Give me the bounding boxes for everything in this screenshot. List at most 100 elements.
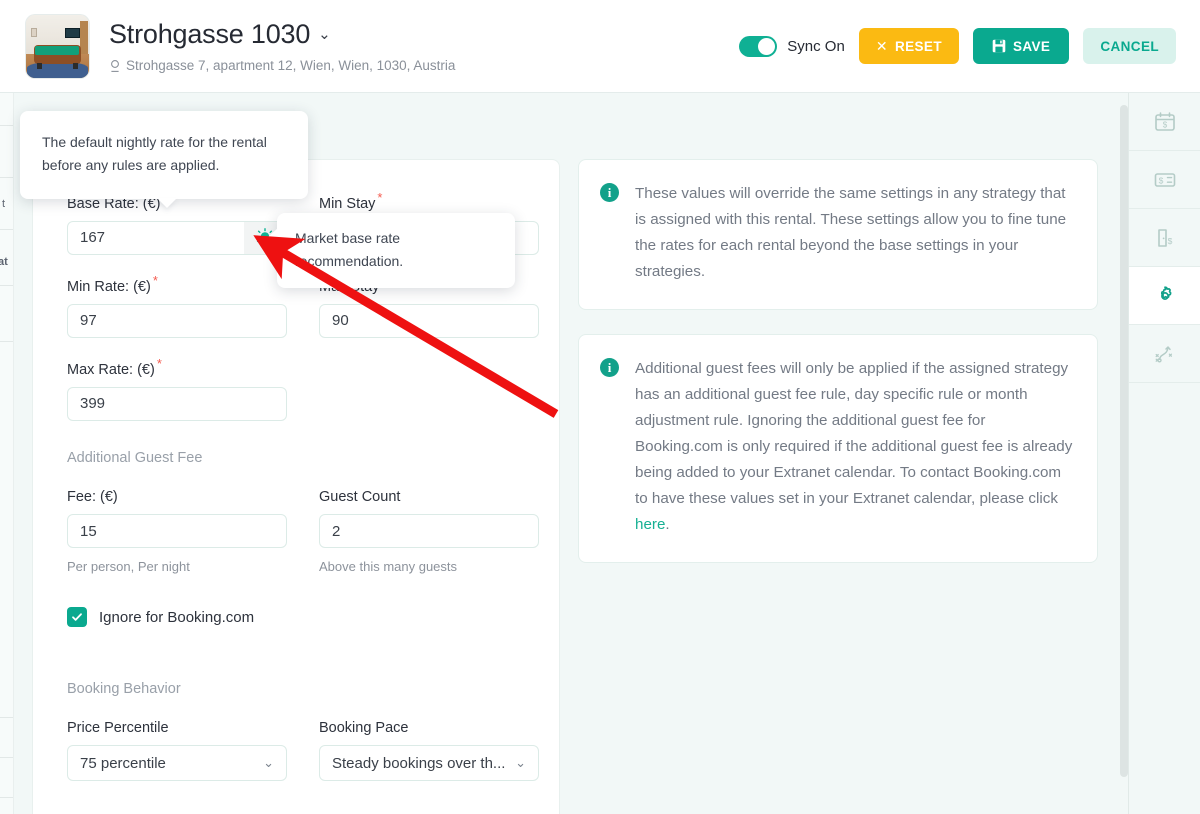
chevron-down-icon: ⌄ bbox=[318, 26, 331, 43]
floppy-disk-icon bbox=[992, 39, 1006, 53]
left-rail-clipped: t at bbox=[0, 93, 14, 814]
tab-settings[interactable] bbox=[1129, 267, 1200, 325]
ignore-booking-label: Ignore for Booking.com bbox=[99, 608, 255, 626]
info-panels: i These values will override the same se… bbox=[578, 159, 1098, 563]
min-stay-label: Min Stay * bbox=[319, 190, 383, 212]
tooltip-base-rate: The default nightly rate for the rental … bbox=[20, 111, 308, 208]
svg-text:$: $ bbox=[1167, 236, 1172, 246]
fee-label: Fee: (€) bbox=[67, 489, 118, 505]
close-icon: ✕ bbox=[875, 37, 888, 54]
booking-pace-value: Steady bookings over th... bbox=[332, 754, 506, 772]
field-min-rate: Min Rate: (€) * 97 bbox=[67, 273, 287, 338]
thumb-tv bbox=[65, 28, 81, 39]
ignore-booking-checkbox[interactable] bbox=[67, 607, 87, 627]
extranet-here-link[interactable]: here bbox=[635, 516, 665, 533]
required-marker: * bbox=[377, 190, 383, 205]
guest-fee-text-before: Additional guest fees will only be appli… bbox=[635, 360, 1073, 507]
rail-divider bbox=[0, 341, 13, 342]
cancel-button[interactable]: CANCEL bbox=[1083, 28, 1176, 64]
page-title: Strohgasse 1030 bbox=[109, 19, 311, 49]
thumb-door bbox=[80, 20, 88, 54]
page-header: Strohgasse 1030 ⌄ Strohgasse 7, apartmen… bbox=[0, 0, 1200, 93]
rental-address: Strohgasse 7, apartment 12, Wien, Wien, … bbox=[126, 58, 456, 73]
main-area: Base Rate: (€)* 167 bbox=[14, 93, 1128, 814]
info-icon: i bbox=[600, 183, 619, 202]
fee-value: 15 bbox=[80, 522, 97, 540]
main-scrollbar-thumb[interactable] bbox=[1120, 105, 1128, 777]
info-panel-overrides-text: These values will override the same sett… bbox=[635, 185, 1067, 280]
min-rate-label: Min Rate: (€) * bbox=[67, 273, 158, 295]
calendar-dollar-icon: $ bbox=[1154, 111, 1175, 131]
rail-text-fragment: at bbox=[0, 256, 8, 268]
base-rate-input[interactable]: 167 bbox=[67, 220, 287, 255]
page-content: t at Base Rate: (€)* 167 bbox=[0, 93, 1200, 814]
thumb-felt bbox=[35, 45, 80, 55]
field-booking-pace: Booking Pace Steady bookings over th... … bbox=[319, 720, 539, 781]
price-percentile-select[interactable]: 75 percentile ⌄ bbox=[67, 745, 287, 781]
info-panel-guest-fee: i Additional guest fees will only be app… bbox=[578, 334, 1098, 563]
max-rate-label: Max Rate: (€) * bbox=[67, 356, 162, 378]
rental-selector[interactable]: Strohgasse 1030 ⌄ bbox=[109, 19, 455, 50]
tooltip-market-recommendation: Market base rate recommendation. bbox=[268, 213, 515, 288]
thumb-pool-table bbox=[33, 44, 82, 69]
sync-toggle[interactable] bbox=[739, 35, 778, 57]
rail-text-fragment: t bbox=[2, 198, 6, 210]
price-percentile-value: 75 percentile bbox=[80, 754, 166, 772]
field-fee: Fee: (€) 15 Per person, Per night bbox=[67, 489, 287, 574]
save-button-label: SAVE bbox=[1012, 38, 1051, 54]
thumb-rug bbox=[27, 62, 88, 78]
min-rate-input[interactable]: 97 bbox=[67, 303, 287, 338]
guest-count-input[interactable]: 2 bbox=[319, 514, 539, 548]
booking-behavior-heading: Booking Behavior bbox=[67, 681, 181, 697]
thumb-leg-right bbox=[73, 63, 78, 69]
tooltip-market-recommendation-text: Market base rate recommendation. bbox=[295, 230, 404, 269]
field-guest-count: Guest Count 2 Above this many guests bbox=[319, 489, 539, 574]
additional-guest-fee-heading: Additional Guest Fee bbox=[67, 450, 203, 466]
chevron-down-icon: ⌄ bbox=[515, 755, 526, 770]
tab-rates[interactable]: $ bbox=[1129, 151, 1200, 209]
booking-pace-select[interactable]: Steady bookings over th... ⌄ bbox=[319, 745, 539, 781]
field-max-rate: Max Rate: (€) * 399 bbox=[67, 356, 287, 421]
reset-button[interactable]: ✕ RESET bbox=[858, 28, 959, 64]
reset-button-label: RESET bbox=[894, 38, 942, 54]
sync-status-label: Sync On bbox=[787, 37, 845, 55]
info-icon: i bbox=[600, 358, 619, 377]
min-rate-value: 97 bbox=[80, 312, 97, 330]
tab-fees[interactable]: $ bbox=[1129, 209, 1200, 267]
rail-divider bbox=[0, 229, 13, 230]
max-rate-input[interactable]: 399 bbox=[67, 386, 287, 421]
max-stay-value: 90 bbox=[332, 312, 349, 330]
tab-calendar-rates[interactable]: $ bbox=[1129, 93, 1200, 151]
save-button[interactable]: SAVE bbox=[972, 28, 1070, 64]
price-percentile-label: Price Percentile bbox=[67, 720, 169, 736]
info-panel-overrides: i These values will override the same se… bbox=[578, 159, 1098, 310]
strategy-route-icon bbox=[1155, 345, 1172, 362]
tab-strategy[interactable] bbox=[1129, 325, 1200, 383]
header-title-block: Strohgasse 1030 ⌄ Strohgasse 7, apartmen… bbox=[109, 19, 455, 73]
door-dollar-icon: $ bbox=[1157, 228, 1172, 247]
guest-count-hint: Above this many guests bbox=[319, 559, 458, 574]
gear-icon bbox=[1160, 285, 1171, 300]
tooltip-base-rate-text: The default nightly rate for the rental … bbox=[42, 134, 267, 173]
guest-count-value: 2 bbox=[332, 522, 341, 540]
tooltip-arrow bbox=[268, 228, 278, 246]
ignore-booking-row[interactable]: Ignore for Booking.com bbox=[67, 607, 254, 627]
guest-count-label: Guest Count bbox=[319, 489, 401, 505]
base-rate-value: 167 bbox=[80, 229, 106, 247]
required-marker: * bbox=[152, 273, 158, 288]
max-stay-input[interactable]: 90 bbox=[319, 303, 539, 338]
main-scrollbar[interactable] bbox=[1120, 93, 1128, 814]
location-pin-icon bbox=[111, 59, 119, 72]
chevron-down-icon: ⌄ bbox=[263, 755, 274, 770]
fee-input[interactable]: 15 bbox=[67, 514, 287, 548]
fee-hint: Per person, Per night bbox=[67, 559, 190, 574]
money-bill-icon: $ bbox=[1154, 172, 1175, 187]
rail-divider bbox=[0, 717, 13, 718]
address-row: Strohgasse 7, apartment 12, Wien, Wien, … bbox=[109, 58, 455, 73]
tooltip-arrow bbox=[157, 198, 177, 208]
svg-text:$: $ bbox=[1158, 175, 1163, 185]
rental-thumbnail[interactable] bbox=[26, 14, 89, 78]
thumb-leg-left bbox=[37, 63, 42, 69]
field-base-rate: Base Rate: (€)* 167 bbox=[67, 190, 287, 255]
booking-pace-label: Booking Pace bbox=[319, 720, 409, 736]
